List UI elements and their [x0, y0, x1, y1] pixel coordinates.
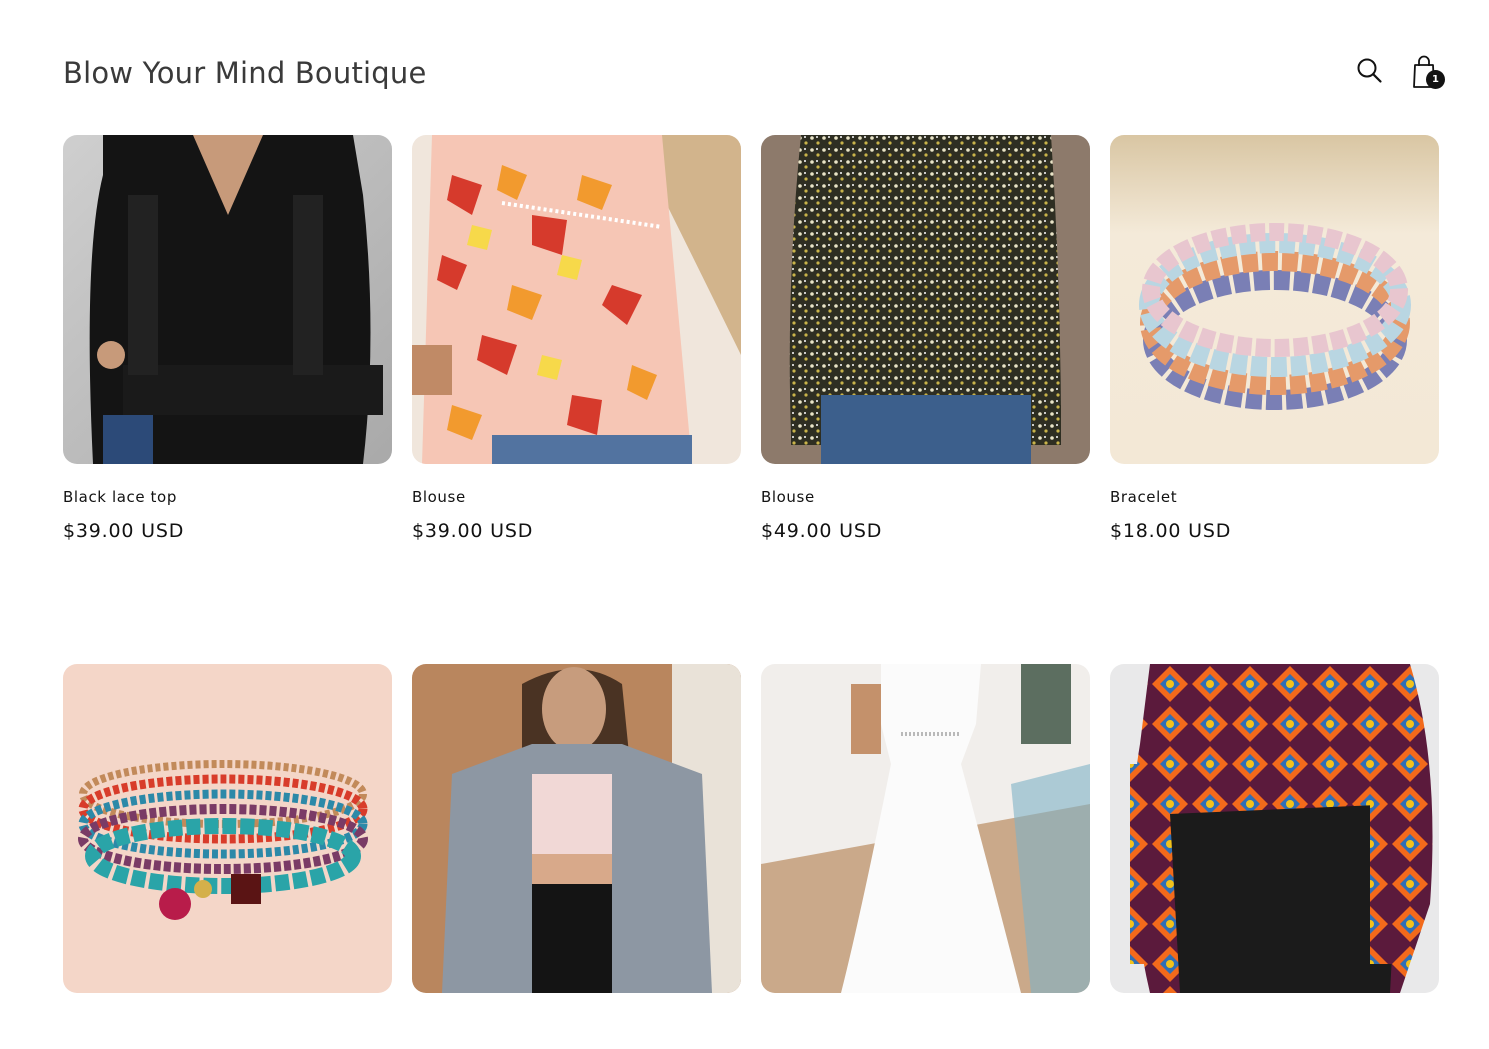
- product-title[interactable]: Black lace top: [63, 488, 392, 506]
- product-image-crystal-bracelet[interactable]: [1110, 135, 1439, 464]
- product-image-aztec-hoodie[interactable]: [1110, 664, 1439, 993]
- product-card[interactable]: [63, 664, 392, 1049]
- search-button[interactable]: [1353, 54, 1387, 88]
- product-image-ditsy-floral-blouse[interactable]: [761, 135, 1090, 464]
- product-title[interactable]: Blouse: [412, 488, 741, 506]
- product-title[interactable]: [761, 1017, 1090, 1035]
- product-card[interactable]: Black lace top $39.00 USD: [63, 135, 392, 542]
- store-logo-title[interactable]: Blow Your Mind Boutique: [63, 56, 427, 90]
- product-price: $39.00 USD: [63, 520, 185, 542]
- site-header: Blow Your Mind Boutique 1: [63, 40, 1447, 110]
- product-price: $18.00 USD: [1110, 520, 1232, 542]
- product-card[interactable]: Blouse $49.00 USD: [761, 135, 1090, 542]
- product-title[interactable]: [412, 1017, 741, 1035]
- product-image-beaded-bracelet-stack[interactable]: [63, 664, 392, 993]
- product-grid: Black lace top $39.00 USD Blouse $39.00 …: [63, 135, 1439, 1049]
- product-price: $39.00 USD: [412, 520, 534, 542]
- product-price: $49.00 USD: [761, 520, 883, 542]
- product-image-white-maxi-dress[interactable]: [761, 664, 1090, 993]
- product-image-floral-blouse[interactable]: [412, 135, 741, 464]
- product-image-grey-cardigan[interactable]: [412, 664, 741, 993]
- product-title[interactable]: [1110, 1017, 1439, 1035]
- product-title[interactable]: [63, 1017, 392, 1035]
- product-card[interactable]: [761, 664, 1090, 1049]
- product-card[interactable]: Bracelet $18.00 USD: [1110, 135, 1439, 542]
- cart-button[interactable]: 1: [1409, 52, 1447, 90]
- product-title[interactable]: Bracelet: [1110, 488, 1439, 506]
- search-icon: [1357, 58, 1382, 83]
- product-card[interactable]: [1110, 664, 1439, 1049]
- product-card[interactable]: Blouse $39.00 USD: [412, 135, 741, 542]
- product-card[interactable]: [412, 664, 741, 1049]
- product-image-black-lace-top[interactable]: [63, 135, 392, 464]
- cart-count-badge: 1: [1426, 70, 1445, 89]
- product-title[interactable]: Blouse: [761, 488, 1090, 506]
